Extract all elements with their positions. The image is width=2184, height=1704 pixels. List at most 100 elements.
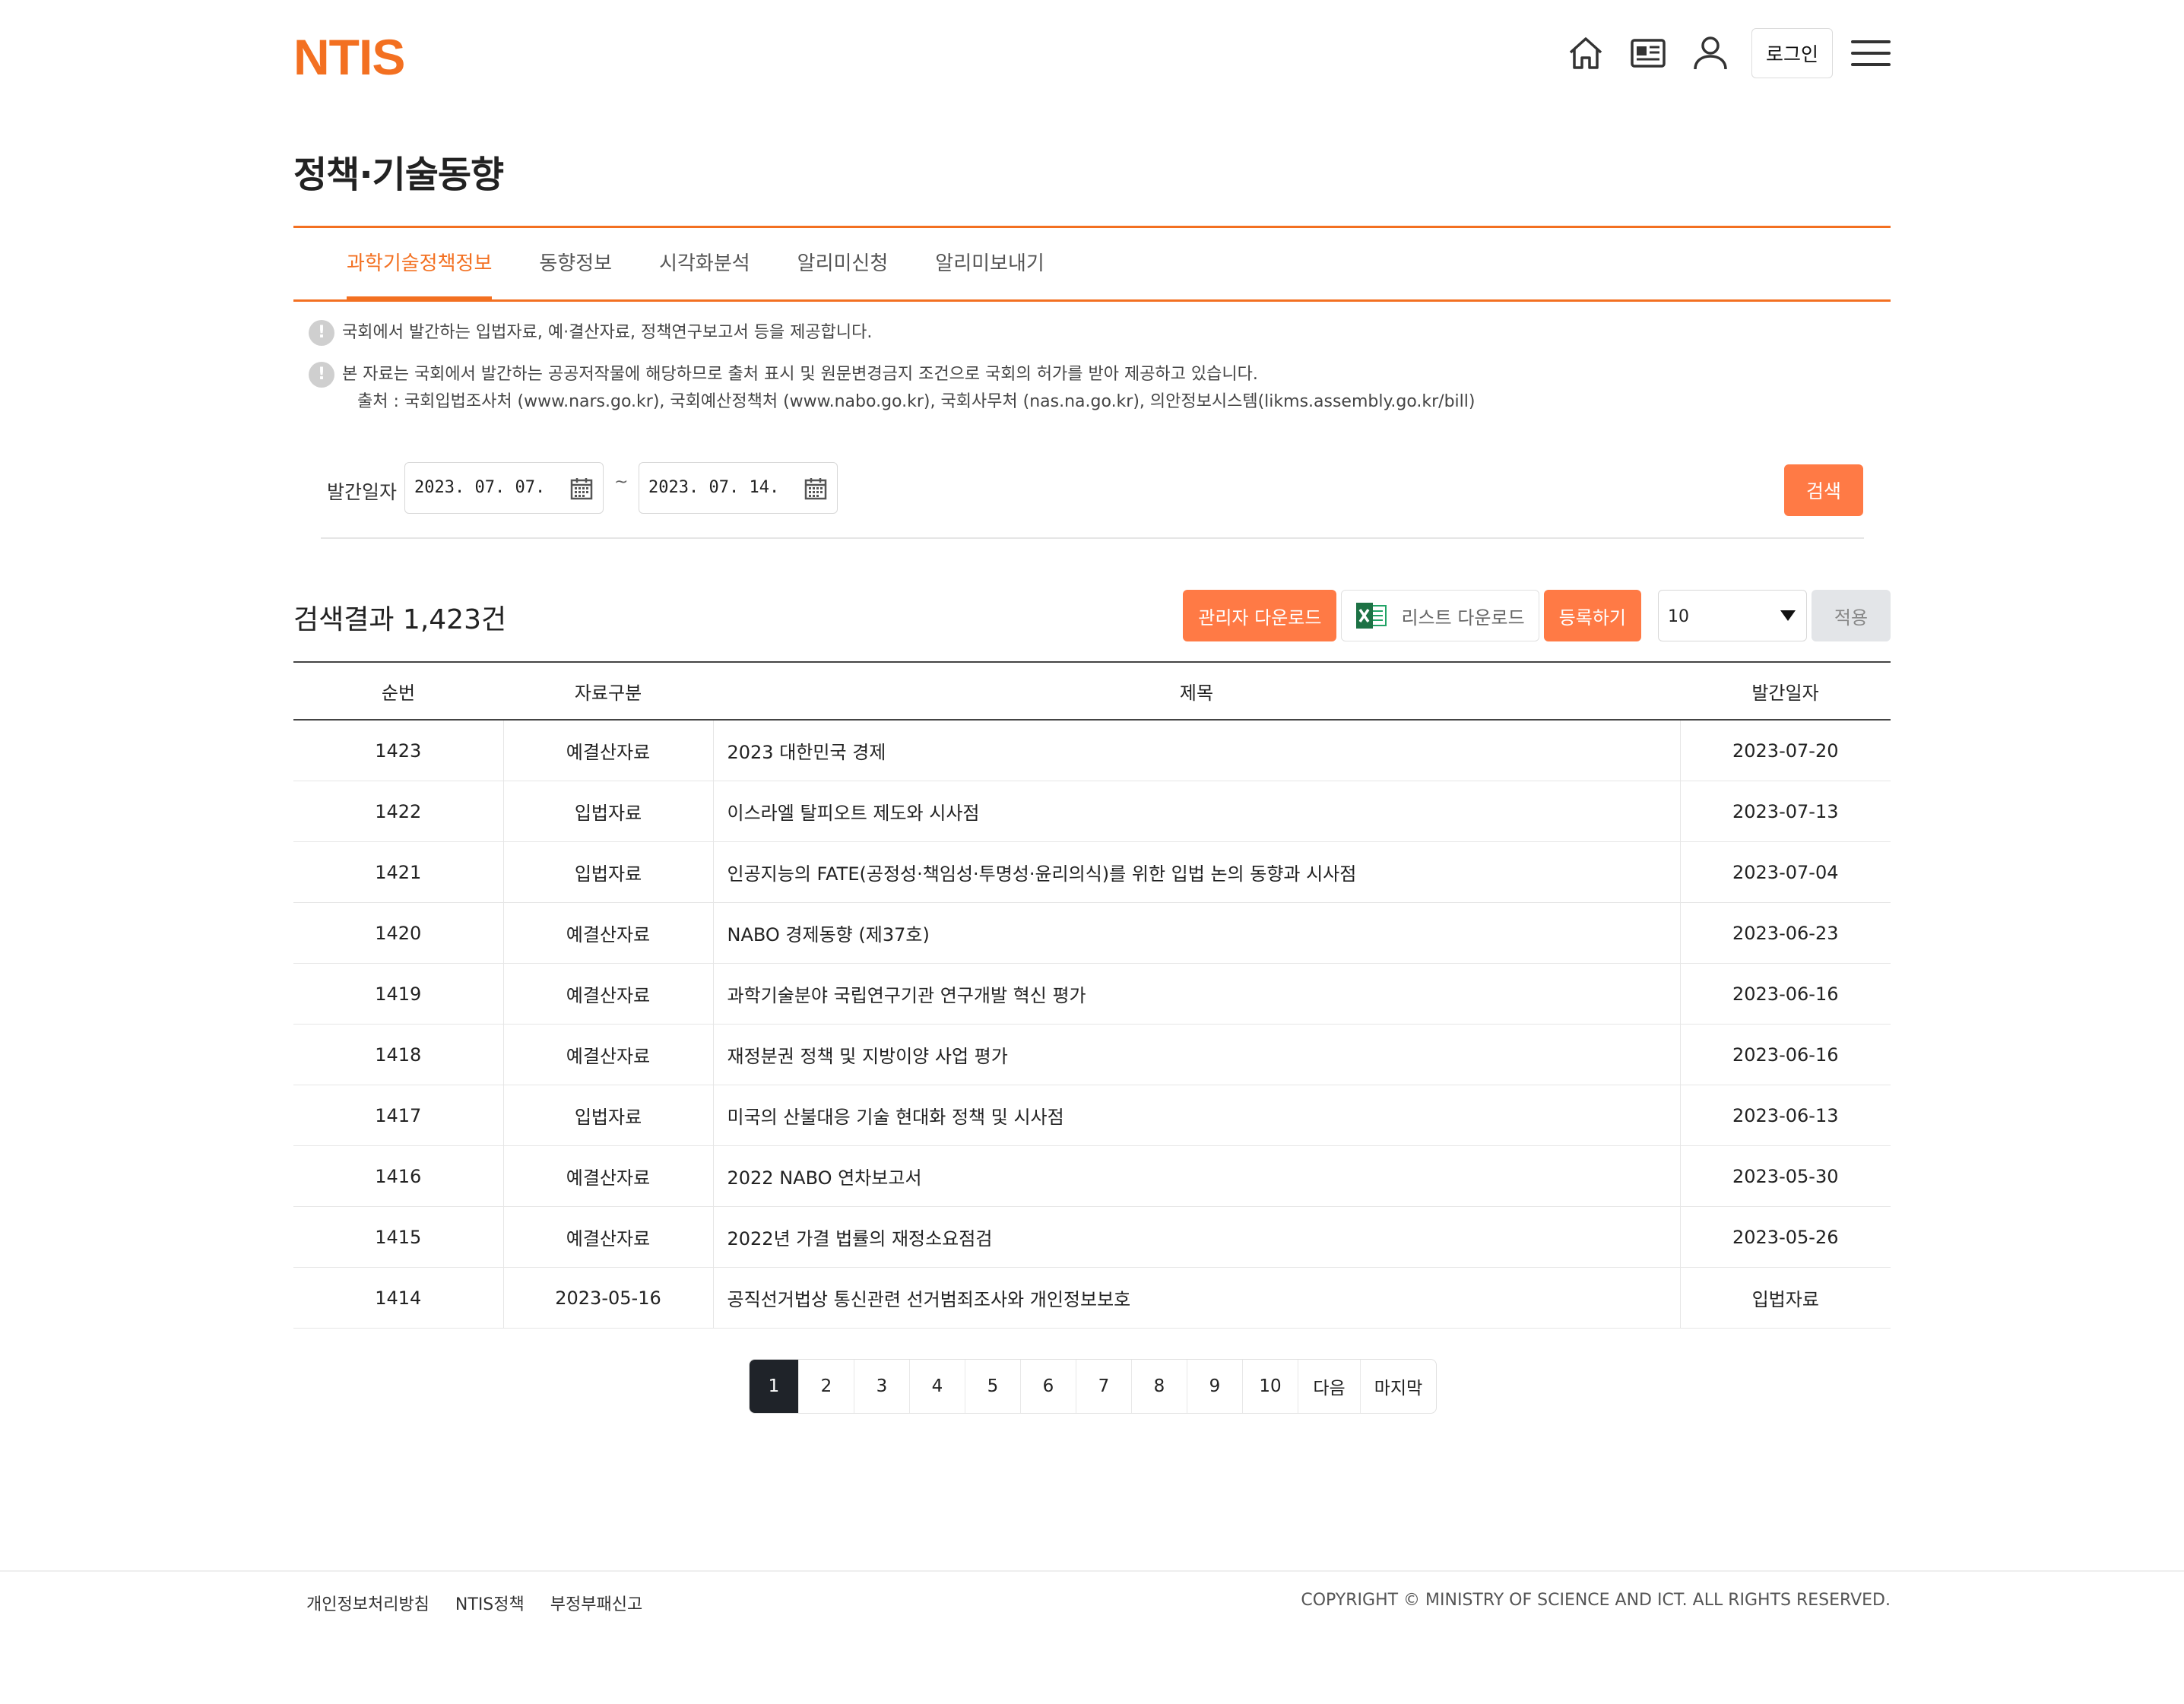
header-actions: 로그인	[1546, 27, 1891, 79]
row-date: 입법자료	[1679, 1267, 1891, 1329]
register-button[interactable]: 등록하기	[1543, 590, 1641, 641]
tab-alert-subscribe[interactable]: 알리미신청	[797, 228, 889, 299]
row-number: 1420	[293, 902, 503, 964]
page-4[interactable]: 4	[909, 1360, 965, 1413]
row-date: 2023-06-13	[1679, 1085, 1891, 1146]
row-number: 1418	[293, 1024, 503, 1085]
row-date: 2023-05-26	[1679, 1206, 1891, 1268]
page: NTIS 로그인 정책·기술동향 과학기술정책정보 동향정보 시각화분석 알리미…	[0, 0, 2184, 1704]
row-category: 예결산자료	[502, 1024, 713, 1085]
tab-trend-info[interactable]: 동향정보	[539, 228, 612, 299]
table-row[interactable]: 1416 예결산자료 2022 NABO 연차보고서 2023-05-30	[293, 1145, 1891, 1207]
table-row[interactable]: 1420 예결산자료 NABO 경제동향 (제37호) 2023-06-23	[293, 902, 1891, 964]
apply-button[interactable]: 적용	[1812, 590, 1891, 641]
row-title[interactable]: NABO 경제동향 (제37호)	[712, 902, 1680, 964]
notice-text: 본 자료는 국회에서 발간하는 공공저작물에 해당하므로 출처 표시 및 원문변…	[342, 365, 1258, 384]
row-number: 1417	[293, 1085, 503, 1146]
table-row[interactable]: 1417 입법자료 미국의 산불대응 기술 현대화 정책 및 시사점 2023-06-…	[293, 1085, 1891, 1146]
row-category: 예결산자료	[502, 1145, 713, 1207]
row-title[interactable]: 미국의 산불대응 기술 현대화 정책 및 시사점	[712, 1085, 1680, 1146]
col-header-date: 발간일자	[1680, 661, 1891, 721]
table-row[interactable]: 1415 예결산자료 2022년 가결 법률의 재정소요점검 2023-05-26	[293, 1206, 1891, 1268]
row-date: 2023-07-04	[1679, 841, 1891, 903]
search-button[interactable]: 검색	[1784, 464, 1863, 516]
notice-1: ! 국회에서 발간하는 입법자료, 예·결산자료, 정책연구보고서 등을 제공합니…	[309, 319, 872, 347]
row-title[interactable]: 2023 대한민국 경제	[712, 720, 1680, 781]
row-category: 예결산자료	[502, 902, 713, 964]
list-download-button[interactable]: 리스트 다운로드	[1341, 590, 1539, 641]
row-date: 2023-07-20	[1679, 720, 1891, 781]
table-row[interactable]: 1423 예결산자료 2023 대한민국 경제 2023-07-20	[293, 720, 1891, 781]
menu-icon[interactable]	[1851, 30, 1891, 76]
date-separator: ~	[614, 473, 629, 492]
col-header-title: 제목	[713, 661, 1680, 721]
row-date: 2023-07-13	[1679, 781, 1891, 842]
user-icon[interactable]	[1688, 30, 1733, 76]
tab-science-policy[interactable]: 과학기술정책정보	[347, 228, 493, 299]
table-row[interactable]: 1421 입법자료 인공지능의 FATE(공정성·책임성·투명성·윤리의식)를 위한…	[293, 841, 1891, 903]
excel-icon	[1356, 603, 1387, 629]
row-category: 입법자료	[502, 781, 713, 842]
row-number: 1419	[293, 963, 503, 1025]
row-date: 2023-06-16	[1679, 963, 1891, 1025]
notice-2: ! 본 자료는 국회에서 발간하는 공공저작물에 해당하므로 출처 표시 및 원문…	[309, 361, 1475, 416]
dropdown-arrow-icon	[1780, 610, 1796, 621]
results-count: 검색결과 1,423건	[293, 604, 507, 635]
row-title[interactable]: 이스라엘 탈피오트 제도와 시사점	[712, 781, 1680, 842]
date-label: 발간일자	[327, 481, 398, 503]
exclamation-icon: !	[309, 362, 334, 388]
page-5[interactable]: 5	[965, 1360, 1020, 1413]
row-title[interactable]: 인공지능의 FATE(공정성·책임성·투명성·윤리의식)를 위한 입법 논의 동…	[712, 841, 1680, 903]
table-row[interactable]: 1419 예결산자료 과학기술분야 국립연구기관 연구개발 혁신 평가 2023-06…	[293, 963, 1891, 1025]
row-number: 1423	[293, 720, 503, 781]
row-category: 입법자료	[502, 841, 713, 903]
results-toolbar: 관리자 다운로드 리스트 다운로드 등록하기 10 적용	[1183, 589, 1891, 642]
search-form: 발간일자 2023. 07. 07. ~ 2023. 07. 14. 검색	[293, 462, 1891, 516]
notice-source: 출처 : 국회입법조사처 (www.nars.go.kr), 국회예산정책처 (…	[357, 392, 1476, 411]
table-row[interactable]: 1414 2023-05-16 공직선거법상 통신관련 선거범죄조사와 개인정보보호…	[293, 1267, 1891, 1329]
row-number: 1414	[293, 1267, 503, 1329]
login-button[interactable]: 로그인	[1751, 28, 1833, 78]
row-date: 2023-06-16	[1679, 1024, 1891, 1085]
tab-alert-send[interactable]: 알리미보내기	[935, 228, 1044, 299]
page-3[interactable]: 3	[854, 1360, 909, 1413]
table-row[interactable]: 1422 입법자료 이스라엘 탈피오트 제도와 시사점 2023-07-13	[293, 781, 1891, 842]
row-title[interactable]: 2022 NABO 연차보고서	[712, 1145, 1680, 1207]
ntis-logo[interactable]: NTIS	[293, 30, 405, 84]
calendar-icon[interactable]	[569, 477, 594, 501]
privacy-policy-link[interactable]: 개인정보처리방침	[306, 1591, 430, 1615]
exclamation-icon: !	[309, 320, 334, 346]
page-10[interactable]: 10	[1242, 1360, 1298, 1413]
page-6[interactable]: 6	[1020, 1360, 1076, 1413]
tab-bar: 과학기술정책정보 동향정보 시각화분석 알리미신청 알리미보내기	[293, 226, 1891, 302]
row-title[interactable]: 과학기술분야 국립연구기관 연구개발 혁신 평가	[712, 963, 1680, 1025]
next-page-button[interactable]: 다음	[1298, 1360, 1360, 1413]
page-2[interactable]: 2	[798, 1360, 854, 1413]
admin-download-button[interactable]: 관리자 다운로드	[1183, 590, 1337, 641]
corruption-report-link[interactable]: 부정부패신고	[550, 1591, 642, 1615]
row-title[interactable]: 재정분권 정책 및 지방이양 사업 평가	[712, 1024, 1680, 1085]
page-7[interactable]: 7	[1076, 1360, 1131, 1413]
start-date-input[interactable]: 2023. 07. 07.	[404, 462, 604, 514]
row-number: 1422	[293, 781, 503, 842]
row-number: 1421	[293, 841, 503, 903]
ntis-policy-link[interactable]: NTIS정책	[455, 1591, 525, 1615]
page-9[interactable]: 9	[1187, 1360, 1242, 1413]
last-page-button[interactable]: 마지막	[1360, 1360, 1436, 1413]
page-1[interactable]: 1	[750, 1360, 798, 1413]
page-8[interactable]: 8	[1131, 1360, 1187, 1413]
table-row[interactable]: 1418 예결산자료 재정분권 정책 및 지방이양 사업 평가 2023-06-16	[293, 1024, 1891, 1085]
tab-visual-analysis[interactable]: 시각화분석	[659, 228, 750, 299]
home-icon[interactable]	[1563, 30, 1609, 76]
col-header-category: 자료구분	[503, 661, 713, 721]
row-title[interactable]: 2022년 가결 법률의 재정소요점검	[712, 1206, 1680, 1268]
calendar-icon[interactable]	[804, 477, 828, 501]
news-icon[interactable]	[1625, 30, 1671, 76]
footer-divider	[0, 1570, 2184, 1572]
row-category: 예결산자료	[502, 1206, 713, 1268]
col-header-number: 순번	[293, 661, 503, 721]
row-title[interactable]: 공직선거법상 통신관련 선거범죄조사와 개인정보보호	[712, 1267, 1680, 1329]
end-date-input[interactable]: 2023. 07. 14.	[639, 462, 838, 514]
copyright: COPYRIGHT © MINISTRY OF SCIENCE AND ICT.…	[1301, 1591, 1891, 1610]
page-size-select[interactable]: 10	[1658, 590, 1807, 641]
